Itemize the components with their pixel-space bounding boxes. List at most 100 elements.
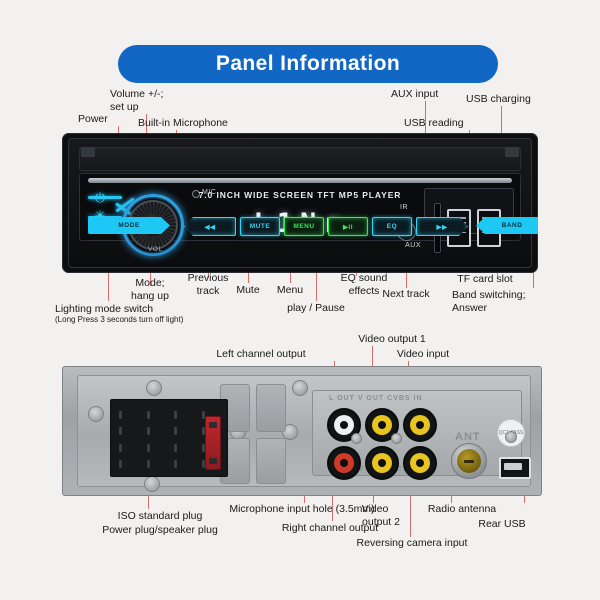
leader-reversing-camera <box>410 495 411 537</box>
rca-ring <box>410 415 430 435</box>
screw-bottom-left <box>144 476 160 492</box>
iso-pin <box>174 444 178 452</box>
page-root: Panel Information Power Volume +/-; set … <box>0 0 600 600</box>
leader-play-pause <box>316 273 317 301</box>
antenna-core <box>457 449 481 473</box>
leader-menu <box>290 273 291 283</box>
callout-power: Power <box>78 113 108 125</box>
callout-usb-reading: USB reading <box>404 117 464 129</box>
leader-video-output-2 <box>373 495 374 503</box>
front-panel-top-strip <box>79 147 521 171</box>
screw-jack-1 <box>351 433 362 444</box>
eq-button[interactable]: EQ <box>372 217 412 236</box>
callout-band-line2: Answer <box>452 302 488 314</box>
iso-pin <box>119 460 122 468</box>
iso-pin <box>146 460 150 468</box>
aux-label: AUX <box>405 242 421 249</box>
rca-right-output[interactable] <box>327 446 361 480</box>
iso-pin <box>119 427 122 435</box>
iso-pin-row-3 <box>119 444 205 452</box>
leader-next-track <box>406 273 407 288</box>
rear-panel-inner: L OUT V OUT CVBS IN R OUT V-A OUT CAM IN… <box>77 375 531 492</box>
bracket-top-right <box>505 147 519 157</box>
iso-pin <box>174 411 178 419</box>
rca-video-input[interactable] <box>403 408 437 442</box>
callout-mode-line1: Mode; <box>135 277 165 289</box>
callout-lighting-switch: Lighting mode switch <box>55 303 154 315</box>
rca-ring <box>372 453 392 473</box>
iso-pin <box>174 460 178 468</box>
callout-video-output-2-line2: output 2 <box>362 516 400 528</box>
leader-right-channel-output <box>332 495 333 521</box>
page-title: Panel Information <box>215 52 401 75</box>
bracket-top-left <box>81 147 95 157</box>
callout-volume-line2: set up <box>110 101 139 113</box>
iso-pin-row-4 <box>119 460 205 468</box>
iso-pin-row-2 <box>119 427 205 435</box>
rear-usb-port[interactable] <box>499 457 531 479</box>
callout-left-channel-output: Left channel output <box>216 348 306 360</box>
callout-previous-line2: track <box>196 285 220 297</box>
callout-rear-usb: Rear USB <box>478 518 526 530</box>
callout-reversing-camera: Reversing camera input <box>356 537 468 549</box>
screw-left <box>88 406 104 422</box>
rear-panel-unit: L OUT V OUT CVBS IN R OUT V-A OUT CAM IN… <box>62 366 542 496</box>
mute-button[interactable]: MUTE <box>240 217 280 236</box>
radio-antenna-jack[interactable] <box>451 443 487 479</box>
rca-camera-input[interactable] <box>403 446 437 480</box>
callout-microphone: Built-in Microphone <box>138 117 228 129</box>
callout-iso-line2: Power plug/speaker plug <box>102 524 218 536</box>
leader-iso-plug <box>148 495 149 509</box>
iso-pin <box>146 411 150 419</box>
screw-jack-right <box>505 431 517 443</box>
leader-mute <box>248 273 249 283</box>
callout-eq-line2: effects <box>348 285 380 297</box>
callout-lighting-switch-note: (Long Press 3 seconds turn off light) <box>55 315 184 324</box>
iso-pin <box>146 444 150 452</box>
emboss-rib-4 <box>256 438 286 484</box>
chrome-rail <box>88 178 512 183</box>
callout-band-line1: Band switching; <box>452 289 526 301</box>
front-panel-shell: ⏻ ☀ VOL MIC 7.0 INCH WIDE SCREEN TFT MP5… <box>68 138 538 268</box>
menu-button[interactable]: MENU <box>284 217 324 236</box>
screw-top-left <box>146 380 162 396</box>
page-title-banner: Panel Information <box>118 45 498 83</box>
callout-video-output-2-line1: Video <box>361 503 389 515</box>
iso-pin <box>119 444 122 452</box>
callout-eq-line1: EQ sound <box>340 272 388 284</box>
rca-jack-panel: L OUT V OUT CVBS IN R OUT V-A OUT CAM IN… <box>312 390 531 480</box>
iso-pin-row-1 <box>119 411 205 419</box>
leader-rear-usb <box>524 495 525 503</box>
screw-jack-2 <box>391 433 402 444</box>
volume-knob-label: VOL <box>148 246 163 253</box>
callout-mute: Mute <box>236 284 260 296</box>
callout-usb-charging: USB charging <box>466 93 531 105</box>
callout-previous-line1: Previous <box>187 272 229 284</box>
silkscreen-ant: ANT <box>455 431 481 443</box>
callout-next-track: Next track <box>382 288 430 300</box>
next-track-button[interactable]: ▶▶ <box>416 217 468 236</box>
callout-microphone-hole: Microphone input hole (3.5mm) <box>229 503 375 515</box>
play-pause-button[interactable]: ▶II <box>328 217 368 236</box>
band-button[interactable]: BAND <box>476 217 538 234</box>
leader-band <box>533 273 534 288</box>
rca-ring <box>410 453 430 473</box>
leader-radio-antenna <box>451 495 452 503</box>
ir-label: IR <box>400 204 408 211</box>
rca-video-output-2[interactable] <box>365 446 399 480</box>
mode-button[interactable]: MODE <box>88 217 170 234</box>
leader-lighting-switch <box>108 273 109 301</box>
front-button-row: MODE ◀◀ MUTE MENU ▶II EQ ▶▶ BAND <box>88 217 538 236</box>
callout-video-input: Video input <box>396 348 450 360</box>
rca-ring <box>334 415 354 435</box>
callout-mode-line2: hang up <box>131 290 169 302</box>
callout-volume-line1: Volume +/-; <box>110 88 164 100</box>
emboss-rib-2 <box>256 384 286 432</box>
iso-standard-plug[interactable] <box>110 399 228 477</box>
callout-menu: Menu <box>276 284 304 296</box>
previous-track-button[interactable]: ◀◀ <box>184 217 236 236</box>
callout-tf-card: TF card slot <box>457 273 513 285</box>
leader-microphone-hole <box>304 495 305 503</box>
iso-pin <box>146 427 150 435</box>
screw-top-center <box>292 380 308 396</box>
